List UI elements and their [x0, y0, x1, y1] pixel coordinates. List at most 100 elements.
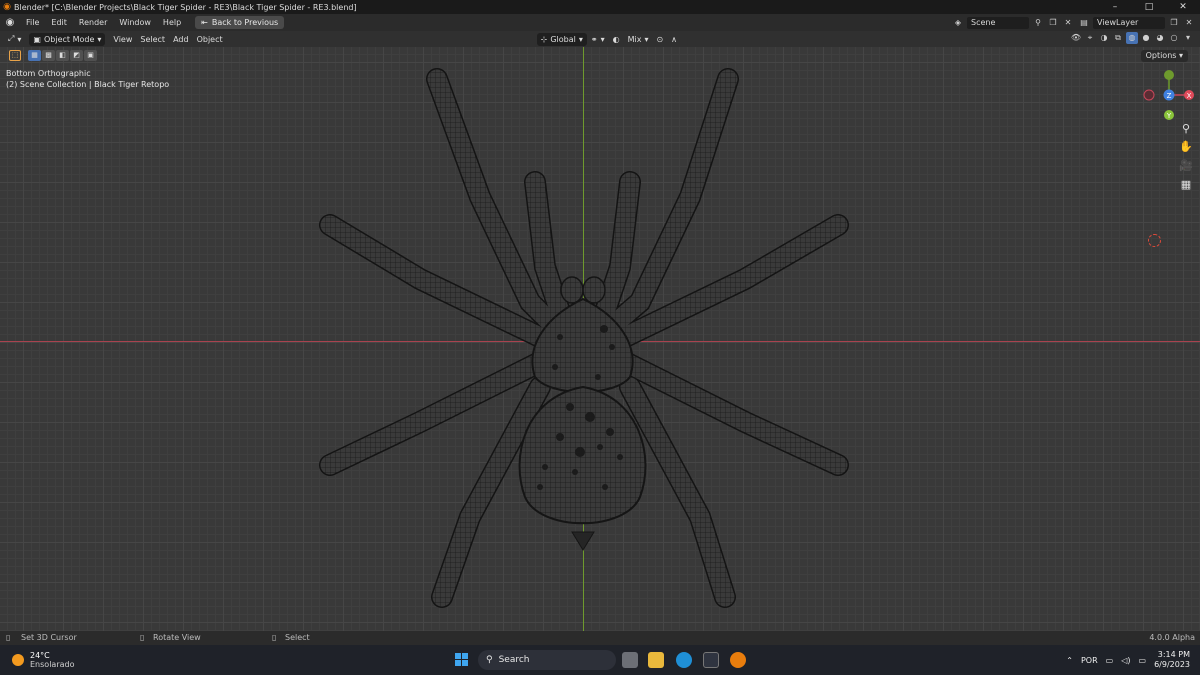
- clock[interactable]: 3:14 PM 6/9/2023: [1154, 650, 1190, 670]
- select-intersect-icon[interactable]: ▣: [84, 50, 97, 61]
- select-tool-button[interactable]: ⬚: [9, 50, 21, 61]
- system-tray: ⌃ POR ▭ ◁) ▭ 3:14 PM 6/9/2023: [1066, 645, 1200, 675]
- mouse-middle-icon: ▯: [140, 633, 145, 642]
- snap-toggle[interactable]: ◐: [609, 33, 624, 46]
- windows-taskbar: 24°C Ensolarado ⚲ Search ⌃ POR ▭ ◁) ▭ 3:…: [0, 645, 1200, 675]
- select-difference-icon[interactable]: ◩: [70, 50, 83, 61]
- orientation-label: Global: [550, 34, 576, 44]
- object-mode-icon: ▣: [33, 34, 41, 44]
- gizmo-z-label: Z: [1167, 92, 1172, 100]
- chevron-down-icon: ▾: [17, 34, 22, 44]
- options-label: Options: [1145, 51, 1177, 60]
- back-to-previous-button[interactable]: ⇤ Back to Previous: [195, 16, 285, 29]
- snap-target-selector[interactable]: Mix ▾: [624, 33, 653, 46]
- select-new-icon[interactable]: ▦: [28, 50, 41, 61]
- mode-label: Object Mode: [43, 34, 95, 44]
- collection-info-label: (2) Scene Collection | Black Tiger Retop…: [6, 80, 170, 89]
- maximize-button[interactable]: □: [1132, 0, 1166, 14]
- blender-menu-icon[interactable]: ◉: [0, 17, 20, 28]
- mouse-left-icon: ▯: [6, 633, 11, 642]
- taskbar-search[interactable]: ⚲ Search: [478, 650, 616, 670]
- gizmo-x-label: X: [1187, 92, 1192, 100]
- orientation-icon: ⊹: [540, 34, 548, 44]
- status-left-hint: Set 3D Cursor: [21, 633, 77, 642]
- edge-browser-icon[interactable]: [676, 652, 692, 668]
- weather-widget[interactable]: 24°C Ensolarado: [12, 651, 74, 669]
- orientation-selector[interactable]: ⊹ Global ▾: [536, 32, 587, 46]
- minimize-button[interactable]: –: [1098, 0, 1132, 14]
- proportional-edit-toggle[interactable]: ⊙: [652, 33, 667, 46]
- menu-select[interactable]: Select: [136, 33, 169, 46]
- language-indicator[interactable]: POR: [1081, 656, 1098, 665]
- scene-name-field[interactable]: Scene: [967, 16, 1029, 29]
- scene-icon[interactable]: ◈: [952, 17, 964, 29]
- pivot-icon: ⚭: [590, 34, 598, 44]
- blender-logo-icon: ◉: [3, 2, 11, 12]
- menu-render[interactable]: Render: [73, 18, 113, 27]
- options-button[interactable]: Options ▾: [1140, 50, 1188, 62]
- navigation-gizmo[interactable]: X Y Z: [1143, 69, 1195, 121]
- delete-viewlayer-icon[interactable]: ✕: [1183, 17, 1195, 29]
- viewlayer-name-field[interactable]: ViewLayer: [1093, 16, 1165, 29]
- battery-icon[interactable]: ▭: [1139, 656, 1147, 665]
- chevron-down-icon: ▾: [97, 34, 102, 44]
- search-label: Search: [498, 655, 530, 665]
- start-button[interactable]: [455, 653, 468, 666]
- visibility-icon[interactable]: 👁: [1070, 32, 1082, 44]
- select-subtract-icon[interactable]: ◧: [56, 50, 69, 61]
- mouse-right-icon: ▯: [272, 633, 277, 642]
- gizmo-toggle-icon[interactable]: ⌖: [1084, 32, 1096, 44]
- solid-shading-icon[interactable]: ●: [1140, 32, 1152, 44]
- status-middle-hint: Rotate View: [153, 633, 201, 642]
- editor-type-button[interactable]: ⤢ ▾: [4, 33, 25, 46]
- shading-options-icon[interactable]: ▾: [1182, 32, 1194, 44]
- select-extend-icon[interactable]: ▩: [42, 50, 55, 61]
- 3d-cursor[interactable]: [1148, 234, 1161, 247]
- close-button[interactable]: ✕: [1166, 0, 1200, 14]
- new-viewlayer-icon[interactable]: ❐: [1168, 17, 1180, 29]
- gizmo-neg-x[interactable]: [1143, 89, 1155, 101]
- task-view-icon[interactable]: [622, 652, 638, 668]
- volume-icon[interactable]: ◁): [1121, 656, 1130, 665]
- rendered-shading-icon[interactable]: ○: [1168, 32, 1180, 44]
- pan-hand-icon[interactable]: ✋: [1177, 138, 1195, 156]
- viewlayer-icon[interactable]: ▤: [1078, 17, 1090, 29]
- pin-icon[interactable]: ⚲: [1032, 17, 1044, 29]
- window-titlebar: ◉ Blender* [C:\Blender Projects\Black Ti…: [0, 0, 1200, 14]
- delete-scene-icon[interactable]: ✕: [1062, 17, 1074, 29]
- camera-view-icon[interactable]: 🎥: [1177, 157, 1195, 175]
- menu-edit[interactable]: Edit: [45, 18, 73, 27]
- mode-selector[interactable]: ▣ Object Mode ▾: [29, 32, 106, 46]
- material-shading-icon[interactable]: ◕: [1154, 32, 1166, 44]
- overlay-toggle-icon[interactable]: ◑: [1098, 32, 1110, 44]
- wireframe-shading-icon[interactable]: ◍: [1126, 32, 1138, 44]
- falloff-selector[interactable]: ∧: [667, 33, 681, 46]
- zoom-icon[interactable]: ⚲: [1177, 120, 1195, 138]
- network-icon[interactable]: ▭: [1106, 656, 1114, 665]
- new-scene-icon[interactable]: ❐: [1047, 17, 1059, 29]
- back-icon: ⇤: [201, 18, 208, 27]
- menu-add[interactable]: Add: [169, 33, 193, 46]
- menu-view[interactable]: View: [109, 33, 136, 46]
- snap-target-label: Mix: [627, 34, 642, 44]
- viewlayer-selector: ▤ ViewLayer ❐ ✕: [1078, 16, 1195, 29]
- ortho-grid-icon[interactable]: ▦: [1177, 176, 1195, 194]
- menu-file[interactable]: File: [20, 18, 45, 27]
- gizmo-z-up[interactable]: [1164, 70, 1174, 80]
- temperature-label: 24°C: [30, 651, 50, 660]
- chevron-up-icon[interactable]: ⌃: [1066, 656, 1073, 665]
- search-icon: ⚲: [486, 655, 493, 665]
- file-explorer-icon[interactable]: [648, 652, 664, 668]
- menu-object[interactable]: Object: [193, 33, 227, 46]
- terminal-icon[interactable]: [703, 652, 719, 668]
- window-title: Blender* [C:\Blender Projects\Black Tige…: [14, 2, 357, 12]
- pivot-selector[interactable]: ⚭ ▾: [587, 33, 609, 46]
- chevron-down-icon: ▾: [578, 34, 583, 44]
- viewport-header-right: 👁 ⌖ ◑ ⧉ ◍ ● ◕ ○ ▾: [1070, 32, 1194, 44]
- xray-toggle-icon[interactable]: ⧉: [1112, 32, 1124, 44]
- blender-taskbar-icon[interactable]: [730, 652, 746, 668]
- menu-window[interactable]: Window: [113, 18, 157, 27]
- spider-mesh[interactable]: [0, 47, 1200, 631]
- menu-help[interactable]: Help: [157, 18, 187, 27]
- 3d-viewport[interactable]: Bottom Orthographic (2) Scene Collection…: [0, 47, 1200, 631]
